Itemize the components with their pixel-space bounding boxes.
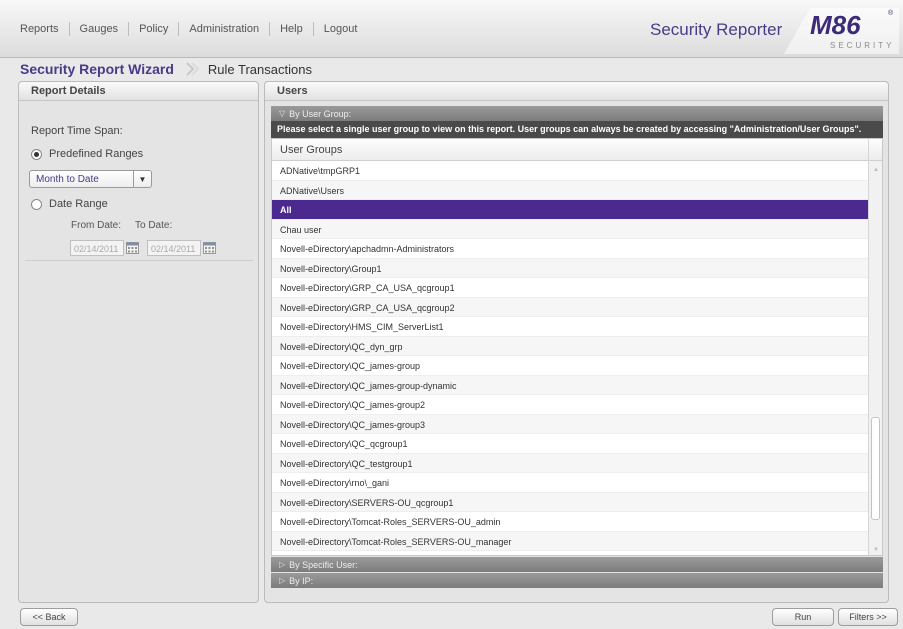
triangle-right-icon: ▷ [279, 560, 286, 569]
scrollbar-header-cap [869, 139, 882, 161]
chevron-down-icon[interactable]: ▼ [133, 171, 151, 187]
scrollbar-thumb[interactable] [871, 417, 880, 520]
nav-policy[interactable]: Policy [129, 22, 180, 36]
user-group-row[interactable]: Novell-eDirectory\apchadmn-Administrator… [272, 239, 870, 259]
triangle-down-icon: ▽ [279, 109, 286, 118]
date-range-option[interactable]: Date Range [31, 198, 258, 210]
user-groups-grid: User Groups ADNative\tmpGRP1 ADNative\Use… [271, 138, 883, 556]
nav-logout[interactable]: Logout [314, 22, 368, 36]
user-group-row[interactable]: Novell-eDirectory\Tomcat-Roles_SERVERS-O… [272, 531, 870, 551]
run-button[interactable]: Run [772, 608, 834, 626]
range-select[interactable]: Month to Date ▼ [29, 170, 152, 188]
by-specific-user-section[interactable]: ▷ By Specific User: [271, 557, 883, 572]
predefined-ranges-radio[interactable] [31, 148, 42, 160]
nav-reports[interactable]: Reports [14, 22, 70, 36]
user-group-row[interactable]: Novell-eDirectory\GRP_CA_USA_qcgroup2 [272, 297, 870, 317]
from-date-field[interactable] [70, 240, 124, 256]
date-range-radio[interactable] [31, 198, 42, 210]
user-group-row[interactable]: Novell-eDirectory\rno\_gani [272, 473, 870, 493]
nav-administration[interactable]: Administration [179, 22, 271, 36]
triangle-right-icon: ▷ [279, 576, 286, 585]
from-date-label: From Date: [71, 220, 122, 231]
nav-gauges[interactable]: Gauges [70, 22, 130, 36]
report-time-span-label: Report Time Span: [31, 125, 123, 137]
filters-button[interactable]: Filters >> [838, 608, 898, 626]
main-nav: Reports Gauges Policy Administration Hel… [14, 22, 367, 36]
user-group-row[interactable]: Novell-eDirectory\QC_james-group2 [272, 395, 870, 415]
user-group-row[interactable]: Novell-eDirectory\Tomcat-Roles_SERVERS-O… [272, 512, 870, 532]
report-details-panel: Report Details Report Time Span: Predefi… [18, 81, 259, 603]
calendar-icon[interactable] [126, 242, 139, 254]
user-group-row[interactable]: ADNative\tmpGRP1 [272, 161, 870, 181]
user-groups-list: ADNative\tmpGRP1 ADNative\Users All Chau us… [272, 161, 870, 555]
user-groups-scrollbar[interactable]: ▲ ▼ [868, 139, 882, 555]
user-group-row[interactable]: Novell-eDirectory\SERVERS-OU_qcgroup1 [272, 492, 870, 512]
date-range-label: Date Range [49, 198, 108, 210]
user-group-notice: Please select a single user group to vie… [271, 121, 883, 138]
user-group-row[interactable]: ADNative\Users [272, 180, 870, 200]
by-specific-user-label: By Specific User: [289, 559, 358, 570]
user-group-row[interactable]: Novell-eDirectory\QC_testgroup1 [272, 453, 870, 473]
user-group-row[interactable]: Novell-eDirectory\QC_dyn_grp [272, 336, 870, 356]
date-inputs [70, 240, 258, 256]
predefined-ranges-option[interactable]: Predefined Ranges [31, 148, 258, 160]
users-panel: Users ▽ By User Group: Please select a s… [264, 81, 889, 603]
m86-logo: M86 ® SECURITY [784, 6, 899, 54]
divider [25, 260, 253, 261]
user-group-row[interactable]: Novell-eDirectory\QC_qcgroup1 [272, 434, 870, 454]
user-groups-column-header[interactable]: User Groups [272, 139, 868, 161]
m86-logo-icon: M86 ® SECURITY [784, 8, 899, 54]
back-button[interactable]: << Back [20, 608, 78, 626]
range-select-value: Month to Date [36, 173, 99, 185]
user-group-row[interactable]: All [272, 200, 870, 220]
by-user-group-label: By User Group: [289, 108, 352, 119]
to-date-label: To Date: [135, 220, 173, 231]
user-group-row[interactable]: Novell-eDirectory\GRP_CA_USA_qcgroup1 [272, 278, 870, 298]
user-group-row[interactable]: Chau user [272, 219, 870, 239]
user-group-row[interactable]: Novell-eDirectory\QC_james-group [272, 356, 870, 376]
breadcrumb-wizard[interactable]: Security Report Wizard [20, 61, 174, 77]
user-group-row[interactable]: Novell-eDirectory\Group1 [272, 258, 870, 278]
breadcrumb-current-page: Rule Transactions [207, 61, 312, 77]
scroll-up-icon[interactable]: ▲ [873, 167, 879, 173]
to-date-field[interactable] [147, 240, 201, 256]
logo-subtext: SECURITY [830, 41, 894, 50]
user-group-row[interactable]: Novell-eDirectory\QC_james-group-dynamic [272, 375, 870, 395]
date-labels: From Date: To Date: [71, 220, 258, 231]
user-group-row[interactable]: Novell-eDirectory\HMS_CIM_ServerList1 [272, 317, 870, 337]
report-details-header: Report Details [19, 82, 258, 101]
top-navigation-bar: Reports Gauges Policy Administration Hel… [0, 0, 903, 58]
predefined-ranges-label: Predefined Ranges [49, 148, 144, 160]
nav-help[interactable]: Help [270, 22, 314, 36]
user-group-row[interactable]: Novell-eDirectory\QC_james-group3 [272, 414, 870, 434]
chevron-right-icon [186, 62, 200, 76]
by-ip-label: By IP: [289, 575, 314, 586]
by-user-group-section[interactable]: ▽ By User Group: [271, 106, 883, 121]
product-title: Security Reporter [650, 20, 783, 39]
scroll-down-icon[interactable]: ▼ [873, 547, 879, 553]
by-ip-section[interactable]: ▷ By IP: [271, 573, 883, 588]
users-header: Users [265, 82, 888, 101]
breadcrumb: Security Report Wizard Rule Transactions [0, 58, 903, 80]
logo-registered-mark: ® [888, 9, 894, 17]
logo-wordmark: M86 [810, 10, 861, 40]
calendar-icon[interactable] [203, 242, 216, 254]
